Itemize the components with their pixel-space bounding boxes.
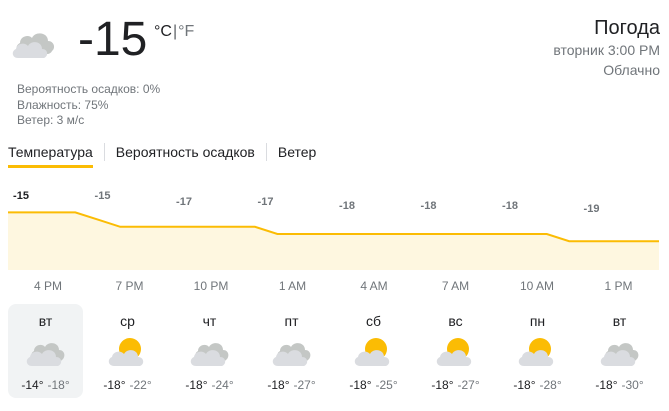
- cloudy-icon: [272, 343, 311, 366]
- temperature-area: [8, 212, 659, 270]
- day-name: пт: [284, 313, 299, 329]
- day-name: ср: [120, 313, 135, 329]
- unit-celsius[interactable]: °C: [154, 23, 172, 40]
- day-name: вс: [448, 313, 463, 329]
- chart-value-label: -17: [176, 196, 192, 208]
- day-weather-icon: [188, 334, 232, 368]
- day-name: вт: [38, 313, 53, 329]
- day-forecast-6[interactable]: пн -18° -28°: [500, 304, 575, 398]
- chart-value-label: -18: [502, 200, 518, 212]
- chart-hour-label: 4 AM: [360, 279, 388, 293]
- day-weather-icon: [24, 334, 68, 368]
- day-temperatures: -18° -30°: [582, 378, 657, 392]
- day-low-temp: -18°: [47, 378, 70, 392]
- day-low-temp: -24°: [211, 378, 234, 392]
- day-temperatures: -18° -25°: [336, 378, 411, 392]
- current-temperature: -15: [78, 13, 148, 66]
- day-forecast-0[interactable]: вт -14° -18°: [8, 304, 83, 398]
- day-weather-icon: [106, 334, 150, 368]
- day-name: чт: [202, 313, 217, 329]
- chart-hour-label: 7 AM: [441, 279, 470, 293]
- day-temperatures: -18° -22°: [90, 378, 165, 392]
- day-high-temp: -18°: [185, 378, 208, 392]
- day-weather-icon: [598, 334, 642, 368]
- daily-forecast: вт -14° -18° ср -18° -22° чт -18° -24° пт -18° -27°…: [8, 304, 662, 398]
- tab-precipitation[interactable]: Вероятность осадков: [116, 140, 255, 168]
- tab-temperature[interactable]: Температура: [8, 140, 93, 168]
- unit-switcher: °C|°F: [154, 22, 194, 42]
- chart-value-label: -15: [94, 190, 111, 202]
- day-weather-icon: [434, 334, 478, 368]
- chart-hour-label: 10 AM: [519, 279, 555, 293]
- day-forecast-3[interactable]: пт -18° -27°: [254, 304, 329, 398]
- day-name: вт: [612, 313, 627, 329]
- day-high-temp: -18°: [267, 378, 290, 392]
- humidity-text: Влажность: 75%: [17, 97, 109, 112]
- day-high-temp: -18°: [513, 378, 536, 392]
- temperature-chart: -15 -15 -17 -17 -18 -18 -18 -19 4 PM 7 PM 10 PM 1 …: [8, 180, 659, 293]
- day-weather-icon: [352, 334, 396, 368]
- day-temperatures: -14° -18°: [8, 378, 83, 392]
- day-low-temp: -25°: [375, 378, 398, 392]
- day-high-temp: -18°: [431, 378, 454, 392]
- weather-time: вторник 3:00 PM: [553, 42, 660, 58]
- day-low-temp: -27°: [293, 378, 316, 392]
- day-low-temp: -30°: [621, 378, 644, 392]
- weather-header: Погода вторник 3:00 PM Облачно: [553, 16, 660, 80]
- partly-cloudy-icon: [354, 338, 390, 366]
- day-high-temp: -18°: [595, 378, 618, 392]
- day-weather-icon: [270, 334, 314, 368]
- day-temperatures: -18° -27°: [254, 378, 329, 392]
- cloudy-icon: [600, 343, 639, 366]
- day-high-temp: -18°: [103, 378, 126, 392]
- day-forecast-2[interactable]: чт -18° -24°: [172, 304, 247, 398]
- unit-fahrenheit[interactable]: °F: [178, 23, 194, 40]
- weather-details: Вероятность осадков: 0% Влажность: 75% В…: [17, 82, 160, 129]
- partly-cloudy-icon: [108, 338, 144, 366]
- day-low-temp: -22°: [129, 378, 152, 392]
- day-low-temp: -27°: [457, 378, 480, 392]
- chart-hour-label: 10 PM: [193, 279, 229, 293]
- chart-value-label: -18: [420, 200, 437, 212]
- day-forecast-5[interactable]: вс -18° -27°: [418, 304, 493, 398]
- day-weather-icon: [516, 334, 560, 368]
- chart-value-label: -19: [583, 203, 600, 215]
- day-high-temp: -14°: [21, 378, 44, 392]
- chart-tabs: Температура Вероятность осадков Ветер: [8, 140, 316, 168]
- day-temperatures: -18° -28°: [500, 378, 575, 392]
- tab-divider: [265, 143, 267, 161]
- current-weather-icon: [10, 24, 60, 60]
- chart-hour-label: 1 AM: [278, 279, 307, 293]
- cloudy-icon: [12, 33, 55, 58]
- cloudy-icon: [26, 343, 65, 366]
- day-name: сб: [365, 313, 382, 329]
- day-high-temp: -18°: [349, 378, 372, 392]
- weather-condition: Облачно: [603, 62, 660, 78]
- partly-cloudy-icon: [436, 338, 472, 366]
- day-temperatures: -18° -27°: [418, 378, 493, 392]
- chart-hour-label: 7 PM: [115, 279, 144, 293]
- day-forecast-1[interactable]: ср -18° -22°: [90, 304, 165, 398]
- day-forecast-4[interactable]: сб -18° -25°: [336, 304, 411, 398]
- chart-value-label: -18: [339, 200, 355, 212]
- wind-text: Ветер: 3 м/с: [17, 113, 85, 127]
- weather-title: Погода: [594, 17, 660, 39]
- cloudy-icon: [190, 343, 229, 366]
- tab-wind[interactable]: Ветер: [278, 140, 317, 168]
- chart-value-label: -15: [13, 190, 29, 202]
- chart-hour-label: 1 PM: [604, 279, 633, 293]
- day-forecast-7[interactable]: вт -18° -30°: [582, 304, 657, 398]
- day-low-temp: -28°: [539, 378, 562, 392]
- chart-hour-label: 4 PM: [33, 279, 63, 293]
- partly-cloudy-icon: [518, 338, 554, 366]
- precipitation-text: Вероятность осадков: 0%: [17, 82, 161, 96]
- day-temperatures: -18° -24°: [172, 378, 247, 392]
- tab-divider: [103, 143, 105, 161]
- chart-value-label: -17: [257, 196, 274, 208]
- day-name: пн: [529, 313, 546, 329]
